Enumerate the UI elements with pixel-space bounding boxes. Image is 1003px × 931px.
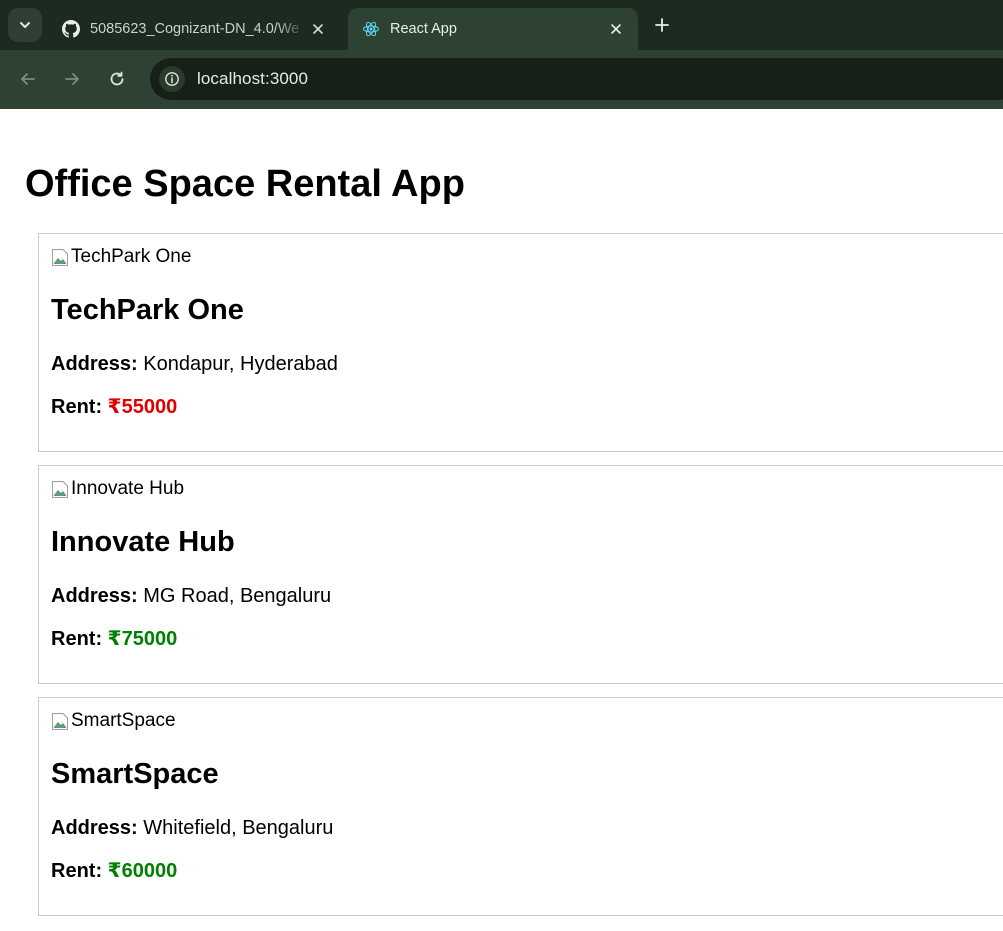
site-info-icon[interactable] <box>159 66 185 92</box>
office-address: Address: MG Road, Bengaluru <box>51 584 331 608</box>
office-address: Address: Kondapur, Hyderabad <box>51 352 338 376</box>
broken-image-icon <box>52 481 68 498</box>
react-icon <box>362 20 380 38</box>
chevron-down-icon <box>20 22 30 28</box>
office-rent: Rent: ₹75000 <box>51 627 177 651</box>
page-title: Office Space Rental App <box>25 163 465 205</box>
rent-label: Rent: <box>51 860 103 882</box>
address-value: Whitefield, Bengaluru <box>143 817 334 839</box>
reload-icon <box>110 71 124 86</box>
close-tab-icon[interactable] <box>308 19 328 39</box>
office-image: TechPark One <box>51 246 191 268</box>
tab-title: React App <box>390 21 457 37</box>
office-card: SmartSpace SmartSpace Address: Whitefiel… <box>38 697 1003 916</box>
rent-value: ₹60000 <box>107 860 178 882</box>
arrow-left-icon <box>21 73 35 85</box>
address-label: Address: <box>51 353 138 375</box>
office-name: TechPark One <box>51 294 244 326</box>
address-value: MG Road, Bengaluru <box>143 585 332 607</box>
office-rent: Rent: ₹55000 <box>51 395 177 419</box>
back-button[interactable] <box>13 64 43 94</box>
tab-search-button[interactable] <box>8 8 42 42</box>
office-image-alt: Innovate Hub <box>71 478 185 499</box>
page-content: Office Space Rental App TechPark One Tec… <box>0 109 1003 931</box>
office-name: Innovate Hub <box>51 526 235 558</box>
rent-label: Rent: <box>51 628 103 650</box>
tab-title: 5085623_Cognizant-DN_4.0/We <box>90 21 300 37</box>
address-label: Address: <box>51 585 138 607</box>
plus-icon <box>655 18 669 32</box>
office-name: SmartSpace <box>51 758 219 790</box>
rent-value: ₹75000 <box>107 628 178 650</box>
address-value: Kondapur, Hyderabad <box>143 353 338 375</box>
rent-label: Rent: <box>51 396 103 418</box>
office-address: Address: Whitefield, Bengaluru <box>51 816 333 840</box>
forward-button[interactable] <box>57 64 87 94</box>
office-image: Innovate Hub <box>51 478 184 500</box>
browser-toolbar: localhost:3000 <box>0 50 1003 109</box>
office-image-alt: SmartSpace <box>71 710 176 731</box>
close-tab-icon[interactable] <box>606 19 626 39</box>
browser-tabstrip: 5085623_Cognizant-DN_4.0/We React App <box>0 0 1003 50</box>
office-image: SmartSpace <box>51 710 176 732</box>
office-card: TechPark One TechPark One Address: Konda… <box>38 233 1003 452</box>
address-label: Address: <box>51 817 138 839</box>
rent-value: ₹55000 <box>107 396 178 418</box>
office-card: Innovate Hub Innovate Hub Address: MG Ro… <box>38 465 1003 684</box>
github-icon <box>62 20 80 38</box>
broken-image-icon <box>52 249 68 266</box>
arrow-right-icon <box>65 73 79 85</box>
url-text: localhost:3000 <box>197 69 309 88</box>
office-image-alt: TechPark One <box>71 246 192 267</box>
tab-react-app[interactable]: React App <box>348 8 638 50</box>
tab-github[interactable]: 5085623_Cognizant-DN_4.0/We <box>48 8 340 50</box>
office-rent: Rent: ₹60000 <box>51 859 177 883</box>
new-tab-button[interactable] <box>648 11 676 39</box>
reload-button[interactable] <box>102 64 132 94</box>
broken-image-icon <box>52 713 68 730</box>
address-bar[interactable]: localhost:3000 <box>150 58 1003 100</box>
